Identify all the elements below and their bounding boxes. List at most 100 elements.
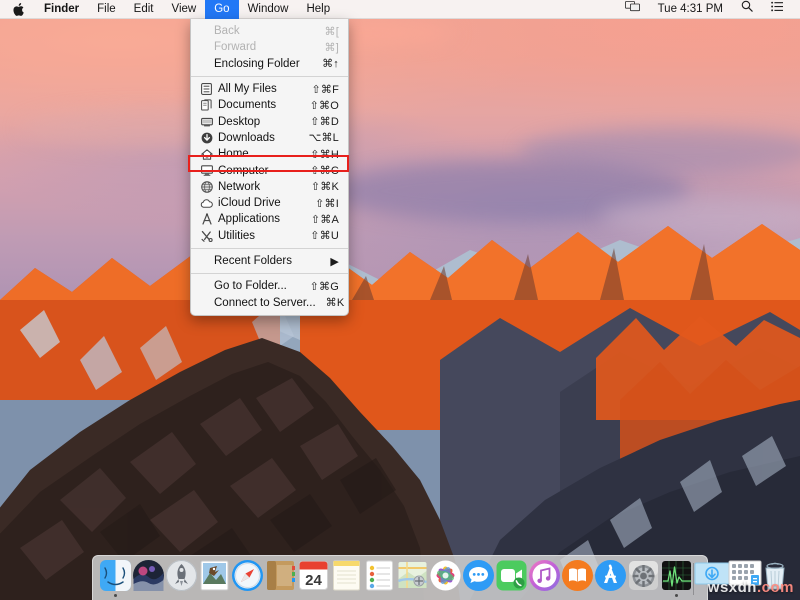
menu-item-shortcut: ⌘] xyxy=(325,41,339,54)
computer-icon xyxy=(199,164,214,177)
dock-item-maps[interactable] xyxy=(396,557,429,597)
system-preferences-gear-icon xyxy=(627,559,660,592)
running-indicator-empty xyxy=(642,594,645,597)
dock-item-notes[interactable] xyxy=(330,557,363,597)
dock-item-photos-library[interactable] xyxy=(429,557,462,597)
dock-item-system-preferences[interactable] xyxy=(627,557,660,597)
menu-item-label: Home xyxy=(218,148,300,160)
menu-separator xyxy=(191,248,348,249)
menu-item-shortcut: ⌘K xyxy=(326,296,345,309)
menu-item-utilities[interactable]: Utilities ⇧⌘U xyxy=(191,228,348,244)
dock-item-reminders[interactable] xyxy=(363,557,396,597)
menu-item-recent-folders[interactable]: Recent Folders ▶ xyxy=(191,253,348,269)
dock-item-messages[interactable] xyxy=(462,557,495,597)
submenu-arrow-icon: ▶ xyxy=(330,255,339,268)
dock-item-contacts[interactable] xyxy=(264,557,297,597)
dock: 24 xyxy=(92,555,708,600)
menu-item-shortcut: ⇧⌘G xyxy=(310,280,339,293)
airplay-display-icon[interactable] xyxy=(617,0,648,19)
menu-item-label: Go to Folder... xyxy=(214,280,300,292)
menu-item-documents[interactable]: Documents ⇧⌘O xyxy=(191,97,348,113)
menu-item-shortcut: ⌘↑ xyxy=(322,57,339,70)
menu-item-shortcut: ⌥⌘L xyxy=(309,131,339,144)
menu-bar-item-go[interactable]: Go xyxy=(205,0,238,19)
menu-item-icloud-drive[interactable]: iCloud Drive ⇧⌘I xyxy=(191,195,348,211)
notification-center-icon[interactable] xyxy=(763,0,791,19)
menu-item-connect-to-server[interactable]: Connect to Server... ⌘K xyxy=(191,294,348,310)
running-indicator xyxy=(114,594,117,597)
menu-bar-left-group: Finder File Edit View Go Window Help xyxy=(0,0,339,19)
menu-item-all-my-files[interactable]: All My Files ⇧⌘F xyxy=(191,81,348,97)
menu-bar-status-group: Tue 4:31 PM xyxy=(617,0,800,19)
messages-bubble-icon xyxy=(462,559,495,592)
running-indicator xyxy=(675,594,678,597)
menu-item-label: Applications xyxy=(218,213,301,225)
dock-item-app-store[interactable] xyxy=(594,557,627,597)
watermark: wsxdn.com xyxy=(708,579,794,596)
menu-item-shortcut: ⇧⌘A xyxy=(311,213,339,226)
dock-item-photos[interactable] xyxy=(198,557,231,597)
running-indicator-empty xyxy=(312,594,315,597)
running-indicator-empty xyxy=(510,594,513,597)
menu-bar-item-help[interactable]: Help xyxy=(297,0,339,19)
dock-item-calendar[interactable]: 24 xyxy=(297,557,330,597)
dock-item-finder[interactable] xyxy=(99,557,132,597)
network-globe-icon xyxy=(199,180,214,193)
menu-item-label: Enclosing Folder xyxy=(214,58,312,70)
dock-item-activity-monitor[interactable] xyxy=(660,557,693,597)
menu-separator xyxy=(191,273,348,274)
dock-item-siri[interactable] xyxy=(132,557,165,597)
menu-item-label: Desktop xyxy=(218,116,300,128)
running-indicator-empty xyxy=(180,594,183,597)
menu-separator xyxy=(191,76,348,77)
activity-monitor-icon xyxy=(660,559,693,592)
app-store-icon xyxy=(594,559,627,592)
running-indicator-empty xyxy=(279,594,282,597)
dock-item-facetime[interactable] xyxy=(495,557,528,597)
menu-item-home[interactable]: Home ⇧⌘H xyxy=(191,146,348,162)
desktop-screen: Finder File Edit View Go Window Help Tue… xyxy=(0,0,800,600)
facetime-camera-icon xyxy=(495,559,528,592)
menu-item-label: Network xyxy=(218,181,301,193)
menu-bar-clock[interactable]: Tue 4:31 PM xyxy=(650,0,731,19)
menu-item-network[interactable]: Network ⇧⌘K xyxy=(191,179,348,195)
menu-item-shortcut: ⇧⌘O xyxy=(310,99,339,112)
menu-item-label: Computer xyxy=(218,165,300,177)
ibooks-icon xyxy=(561,559,594,592)
dock-item-safari[interactable] xyxy=(231,557,264,597)
watermark-text: wsxdn xyxy=(708,579,757,596)
menu-item-computer[interactable]: Computer ⇧⌘C xyxy=(191,162,348,178)
menu-bar-item-finder[interactable]: Finder xyxy=(35,0,88,19)
menu-bar-item-file[interactable]: File xyxy=(88,0,125,19)
apple-logo-icon[interactable] xyxy=(0,0,35,19)
menu-item-desktop[interactable]: Desktop ⇧⌘D xyxy=(191,113,348,129)
dock-item-launchpad[interactable] xyxy=(165,557,198,597)
dock-item-ibooks[interactable] xyxy=(561,557,594,597)
running-indicator-empty xyxy=(444,594,447,597)
running-indicator-empty xyxy=(147,594,150,597)
menu-item-go-to-folder[interactable]: Go to Folder... ⇧⌘G xyxy=(191,278,348,294)
running-indicator-empty xyxy=(378,594,381,597)
menu-item-shortcut: ⇧⌘I xyxy=(315,197,339,210)
running-indicator-empty xyxy=(543,594,546,597)
desktop-wallpaper xyxy=(0,0,800,600)
wallpaper-mountains xyxy=(0,0,800,600)
contacts-book-icon xyxy=(264,559,297,592)
menu-item-shortcut: ⇧⌘C xyxy=(310,164,339,177)
dock-item-itunes[interactable] xyxy=(528,557,561,597)
menu-bar-item-window[interactable]: Window xyxy=(239,0,298,19)
menu-item-applications[interactable]: Applications ⇧⌘A xyxy=(191,211,348,227)
go-menu-dropdown: Back ⌘[ Forward ⌘] Enclosing Folder ⌘↑ A… xyxy=(190,19,349,316)
menu-bar-item-edit[interactable]: Edit xyxy=(125,0,163,19)
menu-item-shortcut: ⇧⌘K xyxy=(311,180,339,193)
search-icon[interactable] xyxy=(733,0,761,19)
launchpad-icon xyxy=(165,559,198,592)
menu-item-shortcut: ⇧⌘H xyxy=(310,148,339,161)
menu-item-enclosing-folder[interactable]: Enclosing Folder ⌘↑ xyxy=(191,56,348,72)
menu-item-downloads[interactable]: Downloads ⌥⌘L xyxy=(191,130,348,146)
itunes-note-icon xyxy=(528,559,561,592)
menu-item-shortcut: ⇧⌘D xyxy=(310,115,339,128)
calendar-icon: 24 xyxy=(297,559,330,592)
maps-icon xyxy=(396,559,429,592)
menu-bar-item-view[interactable]: View xyxy=(163,0,206,19)
